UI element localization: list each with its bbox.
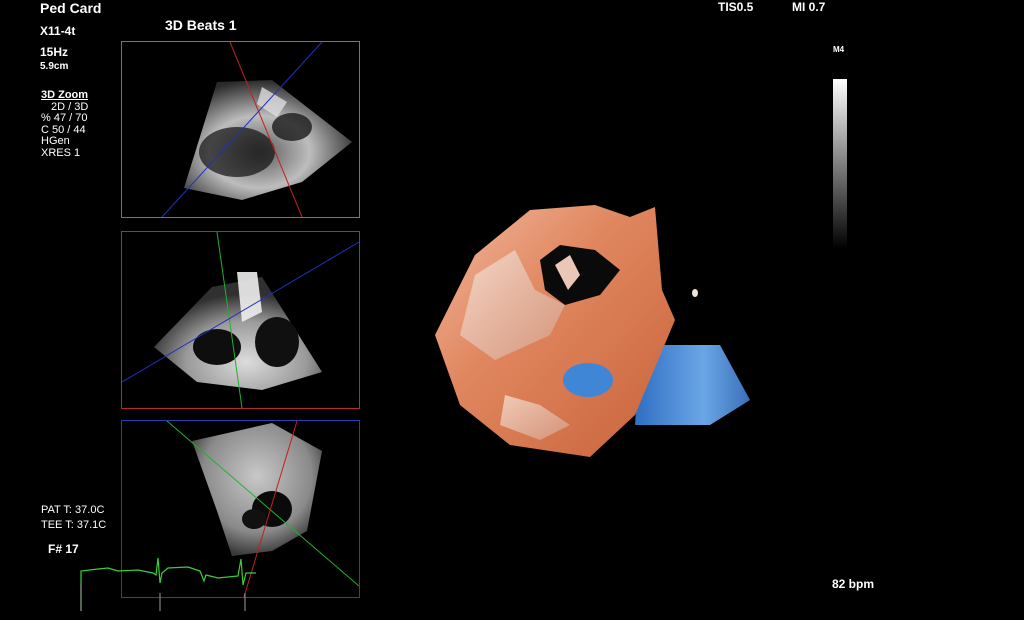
param-hgen: HGen xyxy=(41,135,70,147)
volume-render-3d[interactable] xyxy=(420,195,765,470)
acquisition-params: 3D Zoom 2D / 3D % 47 / 70 C 50 / 44 HGen… xyxy=(41,89,89,159)
mode-title: 3D Beats 1 xyxy=(165,17,237,33)
mpr-image-middle xyxy=(122,232,359,408)
ecg-trace xyxy=(80,557,256,611)
app-name: Ped Card xyxy=(40,0,102,16)
heart-volume-image xyxy=(435,205,750,457)
probe-label: X11-4t xyxy=(40,24,76,38)
frame-number: F# 17 xyxy=(48,542,79,556)
mpr-view-middle[interactable] xyxy=(121,231,360,409)
grayscale-bar xyxy=(833,79,847,249)
tee-temp: TEE T: 37.1C xyxy=(41,519,107,531)
patient-temp: PAT T: 37.0C xyxy=(41,504,105,516)
blood-pool xyxy=(563,363,613,397)
mpr-view-top[interactable] xyxy=(121,41,360,218)
tis-label: TIS0.5 xyxy=(718,0,754,14)
mpr-image-top xyxy=(161,42,352,217)
map-label: M4 xyxy=(833,45,845,54)
echo-volume-bottom xyxy=(192,423,322,556)
depth-label: 5.9cm xyxy=(40,61,69,72)
param-percent: % 47 / 70 xyxy=(41,112,88,124)
frame-rate-label: 15Hz xyxy=(40,45,69,59)
zoom-title: 3D Zoom xyxy=(41,89,89,101)
heart-rate: 82 bpm xyxy=(832,577,875,591)
mi-label: MI 0.7 xyxy=(792,0,826,14)
param-xres: XRES 1 xyxy=(41,146,81,159)
